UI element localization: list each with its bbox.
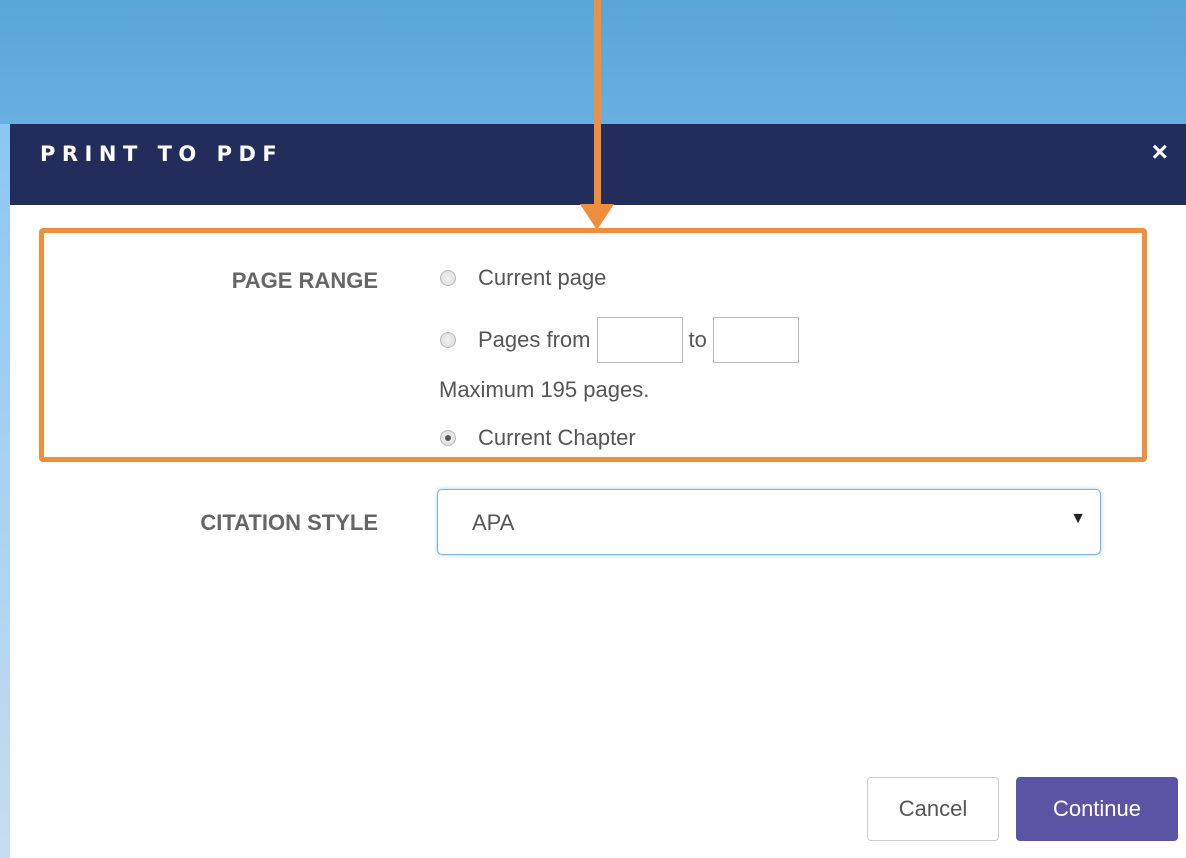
chevron-down-icon: ▼ [1070, 510, 1086, 527]
print-to-pdf-dialog: PRINT TO PDF × PAGE RANGE Current page P… [10, 124, 1186, 858]
pages-from-input[interactable] [596, 317, 683, 363]
pages-from-label: Pages from [478, 327, 591, 352]
continue-button[interactable]: Continue [1016, 777, 1178, 841]
current-page-radio[interactable] [440, 270, 456, 286]
option-pages-from[interactable]: Pages from to [440, 317, 805, 363]
arrow-down-icon [580, 204, 614, 230]
current-chapter-label: Current Chapter [478, 425, 636, 450]
citation-style-value: APA [472, 510, 515, 535]
dialog-title: PRINT TO PDF [40, 142, 284, 166]
arrow-shaft [594, 0, 601, 212]
option-current-chapter[interactable]: Current Chapter [440, 425, 636, 451]
citation-style-select[interactable]: APA ▼ [437, 489, 1101, 555]
current-page-label: Current page [478, 265, 607, 290]
current-chapter-radio[interactable] [440, 430, 456, 446]
citation-style-label: CITATION STYLE [200, 510, 378, 535]
max-pages-note: Maximum 195 pages. [439, 377, 650, 402]
cancel-button[interactable]: Cancel [867, 777, 999, 841]
pages-to-label: to [688, 327, 707, 352]
option-current-page[interactable]: Current page [440, 265, 606, 291]
page-range-label: PAGE RANGE [231, 268, 378, 293]
pages-to-input[interactable] [712, 317, 799, 363]
close-icon[interactable]: × [1152, 138, 1168, 166]
pages-from-radio[interactable] [440, 332, 456, 348]
